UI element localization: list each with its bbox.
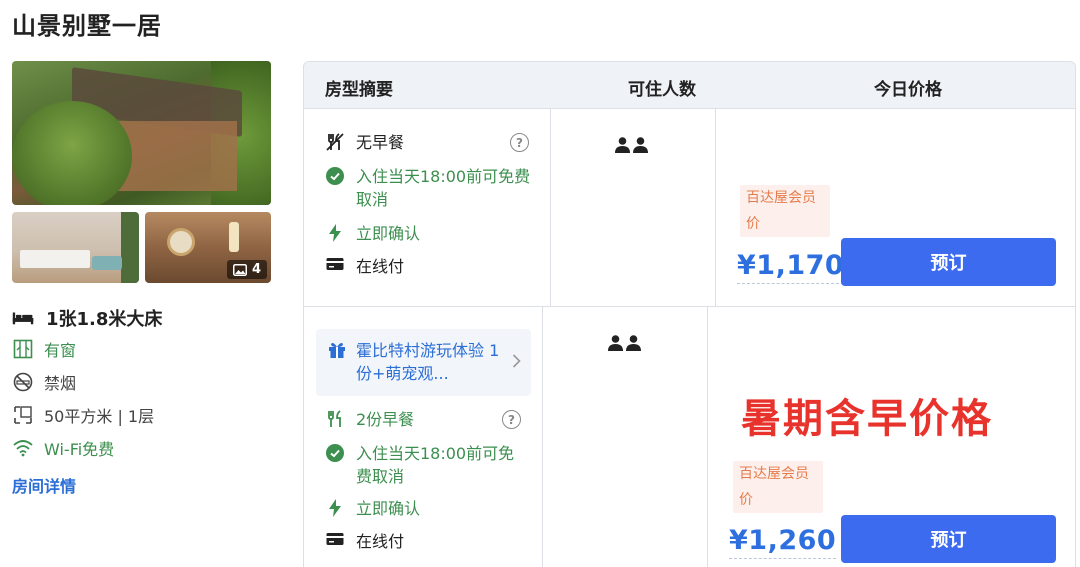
lightning-icon [324,497,346,520]
confirmation-info: 立即确认 [324,222,420,245]
window-info: 有窗 [12,337,76,361]
image-icon [232,263,247,276]
member-price-badge: 百达屋会员价 [733,461,823,513]
area-icon [12,405,34,425]
room-details-link[interactable]: 房间详情 [12,473,76,497]
photo-count: 4 [251,262,261,277]
person-icon [608,335,623,351]
rate-table: 房型摘要 可住人数 今日价格 无早餐 ? 入住当天18:00前可免费取消 立即确… [303,61,1076,567]
package-offer[interactable]: 霍比特村游玩体验 1份+萌宠观... [316,329,531,396]
room-thumbnail-photo[interactable] [12,212,139,283]
header-room-summary: 房型摘要 [325,80,393,100]
package-label: 霍比特村游玩体验 1份+萌宠观... [356,341,500,383]
check-circle-icon [324,442,346,488]
no-breakfast-icon [324,131,346,154]
summer-breakfast-price-annotation: 暑期含早价格 [741,396,993,442]
gift-icon [328,341,346,363]
meal-info: 无早餐 [324,131,404,154]
header-occupancy: 可住人数 [628,80,696,100]
person-icon [633,137,648,153]
room-thumbnail-photo[interactable]: 4 [145,212,271,283]
no-smoking-icon [12,372,34,392]
wifi-info: Wi-Fi免费 [12,436,114,460]
rate-row: 无早餐 ? 入住当天18:00前可免费取消 立即确认 在线付 百达屋会员价 ¥1… [304,109,1075,307]
confirmation-info: 立即确认 [324,497,420,520]
photo-count-badge[interactable]: 4 [226,260,267,279]
cancellation-info: 入住当天18:00前可免费取消 [324,442,534,488]
credit-card-icon [324,530,346,553]
help-icon[interactable]: ? [502,410,521,429]
book-button[interactable]: 预订 [841,238,1056,286]
cancellation-info: 入住当天18:00前可免费取消 [324,165,539,211]
payment-label: 在线付 [356,257,405,276]
wifi-icon [12,439,34,457]
occupancy-two-adults [608,335,641,351]
book-button[interactable]: 预订 [841,515,1056,563]
breakfast-icon [324,408,346,431]
payment-info: 在线付 [324,530,404,553]
room-main-photo[interactable] [12,61,271,205]
occupancy-two-adults [615,137,648,153]
bed-icon [12,309,34,327]
room-price: ¥1,170 [737,250,845,284]
cancellation-label: 入住当天18:00前可免费取消 [356,167,531,209]
payment-label: 在线付 [356,532,405,551]
wifi-label: Wi-Fi免费 [44,440,115,459]
area-floor-label: 50平方米 | 1层 [44,407,155,426]
help-icon[interactable]: ? [510,133,529,152]
chevron-right-icon [512,353,521,372]
person-icon [615,137,630,153]
table-header: 房型摘要 可住人数 今日价格 [304,62,1075,109]
check-circle-icon [324,165,346,211]
confirmation-label: 立即确认 [356,499,421,518]
header-today-price: 今日价格 [874,80,942,100]
confirmation-label: 立即确认 [356,224,421,243]
bed-label: 1张1.8米大床 [46,309,163,330]
meal-info: 2份早餐 [324,408,414,431]
person-icon [626,335,641,351]
payment-info: 在线付 [324,255,404,278]
smoking-info: 禁烟 [12,370,76,394]
window-label: 有窗 [44,341,77,360]
window-icon [12,339,34,359]
meal-label: 2份早餐 [356,410,415,429]
cancellation-label: 入住当天18:00前可免费取消 [356,444,515,486]
lightning-icon [324,222,346,245]
page-title: 山景别墅一居 [12,12,162,40]
credit-card-icon [324,255,346,278]
room-price: ¥1,260 [729,525,837,559]
area-floor-info: 50平方米 | 1层 [12,403,154,427]
member-price-badge: 百达屋会员价 [740,185,830,237]
smoking-label: 禁烟 [44,374,77,393]
meal-label: 无早餐 [356,133,405,152]
bed-info: 1张1.8米大床 [12,305,162,331]
